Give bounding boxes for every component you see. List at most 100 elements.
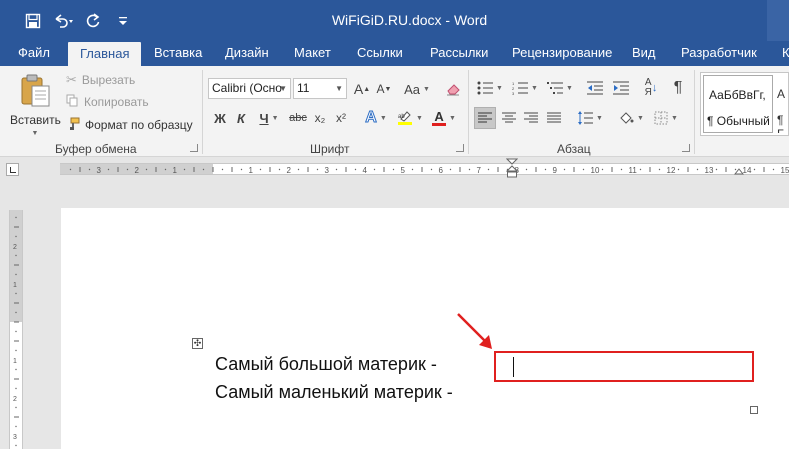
shading-button[interactable]: ▼ bbox=[615, 107, 647, 129]
line-spacing-icon bbox=[578, 111, 594, 125]
copy-button[interactable]: Копировать bbox=[66, 92, 149, 112]
document-page[interactable] bbox=[61, 208, 789, 449]
indent-marker-icon[interactable] bbox=[506, 158, 518, 180]
justify-button[interactable] bbox=[543, 107, 565, 129]
multilevel-list-icon bbox=[547, 82, 564, 94]
align-center-button[interactable] bbox=[498, 107, 520, 129]
increase-indent-button[interactable] bbox=[610, 77, 632, 99]
align-left-button[interactable] bbox=[474, 107, 496, 129]
decrease-indent-button[interactable] bbox=[584, 77, 606, 99]
font-launcher-icon[interactable] bbox=[456, 144, 464, 152]
sort-button[interactable]: A Я ↓ bbox=[640, 77, 662, 99]
chevron-down-icon: ▼ bbox=[335, 84, 343, 93]
ruler-dot bbox=[582, 168, 585, 171]
ruler-dot bbox=[15, 216, 17, 219]
table-resize-handle-icon[interactable] bbox=[750, 406, 758, 414]
style-normal-label: ¶ Обычный bbox=[707, 114, 770, 128]
document-line-2[interactable]: Самый маленький материк - bbox=[215, 382, 453, 403]
document-line-1[interactable]: Самый большой материк - bbox=[215, 354, 437, 375]
bold-button[interactable]: Ж bbox=[210, 107, 230, 129]
right-indent-marker-icon[interactable] bbox=[734, 167, 744, 175]
format-painter-button[interactable]: Формат по образцу bbox=[66, 115, 193, 135]
ruler-number: 7 bbox=[477, 166, 482, 175]
ruler-dot bbox=[354, 168, 357, 171]
table-move-handle-icon[interactable]: ✣ bbox=[192, 338, 203, 349]
svg-text:ab: ab bbox=[398, 114, 405, 120]
cut-button[interactable]: ✂ Вырезать bbox=[66, 70, 135, 90]
cut-label: Вырезать bbox=[81, 73, 136, 87]
ruler-dot bbox=[373, 168, 376, 171]
paste-icon bbox=[21, 74, 50, 107]
multilevel-list-button[interactable]: ▼ bbox=[544, 77, 576, 99]
superscript-button[interactable]: x² bbox=[332, 107, 350, 129]
bullets-button[interactable]: ▼ bbox=[474, 77, 506, 99]
horizontal-ruler[interactable]: 321123456789101112131415 bbox=[60, 158, 789, 178]
group-divider bbox=[468, 70, 469, 154]
ruler-number: 9 bbox=[553, 166, 558, 175]
change-case-button[interactable]: Aa ▼ bbox=[401, 78, 433, 100]
clear-formatting-button[interactable] bbox=[443, 78, 463, 100]
font-color-button[interactable]: A ▼ bbox=[429, 107, 459, 129]
tab-view[interactable]: Вид bbox=[632, 41, 656, 66]
tab-mailings[interactable]: Рассылки bbox=[430, 41, 488, 66]
ruler-number: 2 bbox=[13, 244, 17, 251]
ruler-dot bbox=[278, 168, 281, 171]
window-control-button[interactable] bbox=[767, 0, 789, 41]
strikethrough-button[interactable]: abc bbox=[287, 107, 309, 129]
tab-home[interactable]: Главная bbox=[68, 42, 142, 66]
font-family-select[interactable]: Calibri (Осно ▼ bbox=[208, 78, 291, 99]
copy-label: Копировать bbox=[84, 95, 149, 109]
style-next[interactable]: А ¶ Б bbox=[777, 75, 789, 133]
ruler-dot bbox=[753, 168, 756, 171]
font-size-select[interactable]: 11 ▼ bbox=[293, 78, 347, 99]
tab-references[interactable]: Ссылки bbox=[357, 41, 403, 66]
text-effects-button[interactable]: A ▼ bbox=[362, 107, 390, 129]
ruler-ticks: 321123456789101112131415 bbox=[69, 166, 789, 175]
tab-file[interactable]: Файл bbox=[18, 41, 50, 66]
ruler-dot bbox=[202, 168, 205, 171]
vertical-ruler[interactable]: 2 1 1 2 3 bbox=[9, 210, 23, 449]
tab-insert[interactable]: Вставка bbox=[154, 41, 202, 66]
paragraph-launcher-icon[interactable] bbox=[682, 144, 690, 152]
highlight-button[interactable]: ab ▼ bbox=[395, 107, 425, 129]
ruler-number: 3 bbox=[325, 166, 330, 175]
tab-design[interactable]: Дизайн bbox=[225, 41, 269, 66]
tab-selector[interactable] bbox=[6, 163, 19, 176]
tab-layout[interactable]: Макет bbox=[294, 41, 331, 66]
highlighted-answer-cell[interactable] bbox=[494, 351, 754, 382]
paste-button[interactable]: Вставить ▼ bbox=[10, 74, 61, 137]
line-spacing-button[interactable]: ▼ bbox=[574, 107, 606, 129]
ruler-dot bbox=[544, 168, 547, 171]
ruler-dot bbox=[15, 406, 17, 409]
paste-dropdown-icon[interactable]: ▼ bbox=[10, 130, 60, 137]
ruler-dot bbox=[15, 349, 17, 352]
tab-more[interactable]: К bbox=[782, 41, 789, 66]
numbering-button[interactable]: 1 2 3 ▼ bbox=[509, 77, 541, 99]
ruler-dot bbox=[297, 168, 300, 171]
clipboard-launcher-icon[interactable] bbox=[190, 144, 198, 152]
borders-button[interactable]: ▼ bbox=[650, 107, 682, 129]
tab-developer[interactable]: Разработчик bbox=[681, 41, 757, 66]
ruler-number: 12 bbox=[667, 166, 676, 175]
paint-bucket-icon bbox=[620, 112, 634, 124]
font-group-label: Шрифт bbox=[310, 142, 350, 156]
style-normal[interactable]: АаБбВвГг, ¶ Обычный bbox=[703, 75, 773, 133]
style-next-label: ¶ Б bbox=[777, 113, 785, 133]
style-sample-text: АаБбВвГг, bbox=[709, 88, 766, 102]
align-right-button[interactable] bbox=[520, 107, 542, 129]
ruler-dot bbox=[15, 330, 17, 333]
shrink-font-button[interactable]: A ▼ bbox=[374, 78, 394, 100]
highlighter-icon: ab bbox=[398, 111, 413, 125]
italic-button[interactable]: К bbox=[233, 107, 249, 129]
ruler-number: 2 bbox=[135, 166, 140, 175]
show-marks-button[interactable]: ¶ bbox=[668, 77, 688, 99]
tab-review[interactable]: Рецензирование bbox=[512, 41, 612, 66]
sort-icon: AЯ bbox=[644, 77, 652, 98]
ruler-ticks: 2 1 1 2 3 bbox=[13, 216, 19, 447]
paste-label: Вставить bbox=[10, 113, 61, 127]
underline-button[interactable]: Ч ▼ bbox=[254, 107, 284, 129]
ruler-dot bbox=[658, 168, 661, 171]
svg-text:3: 3 bbox=[512, 91, 515, 95]
subscript-button[interactable]: x₂ bbox=[311, 107, 329, 129]
grow-font-button[interactable]: A ▲ bbox=[352, 78, 372, 100]
